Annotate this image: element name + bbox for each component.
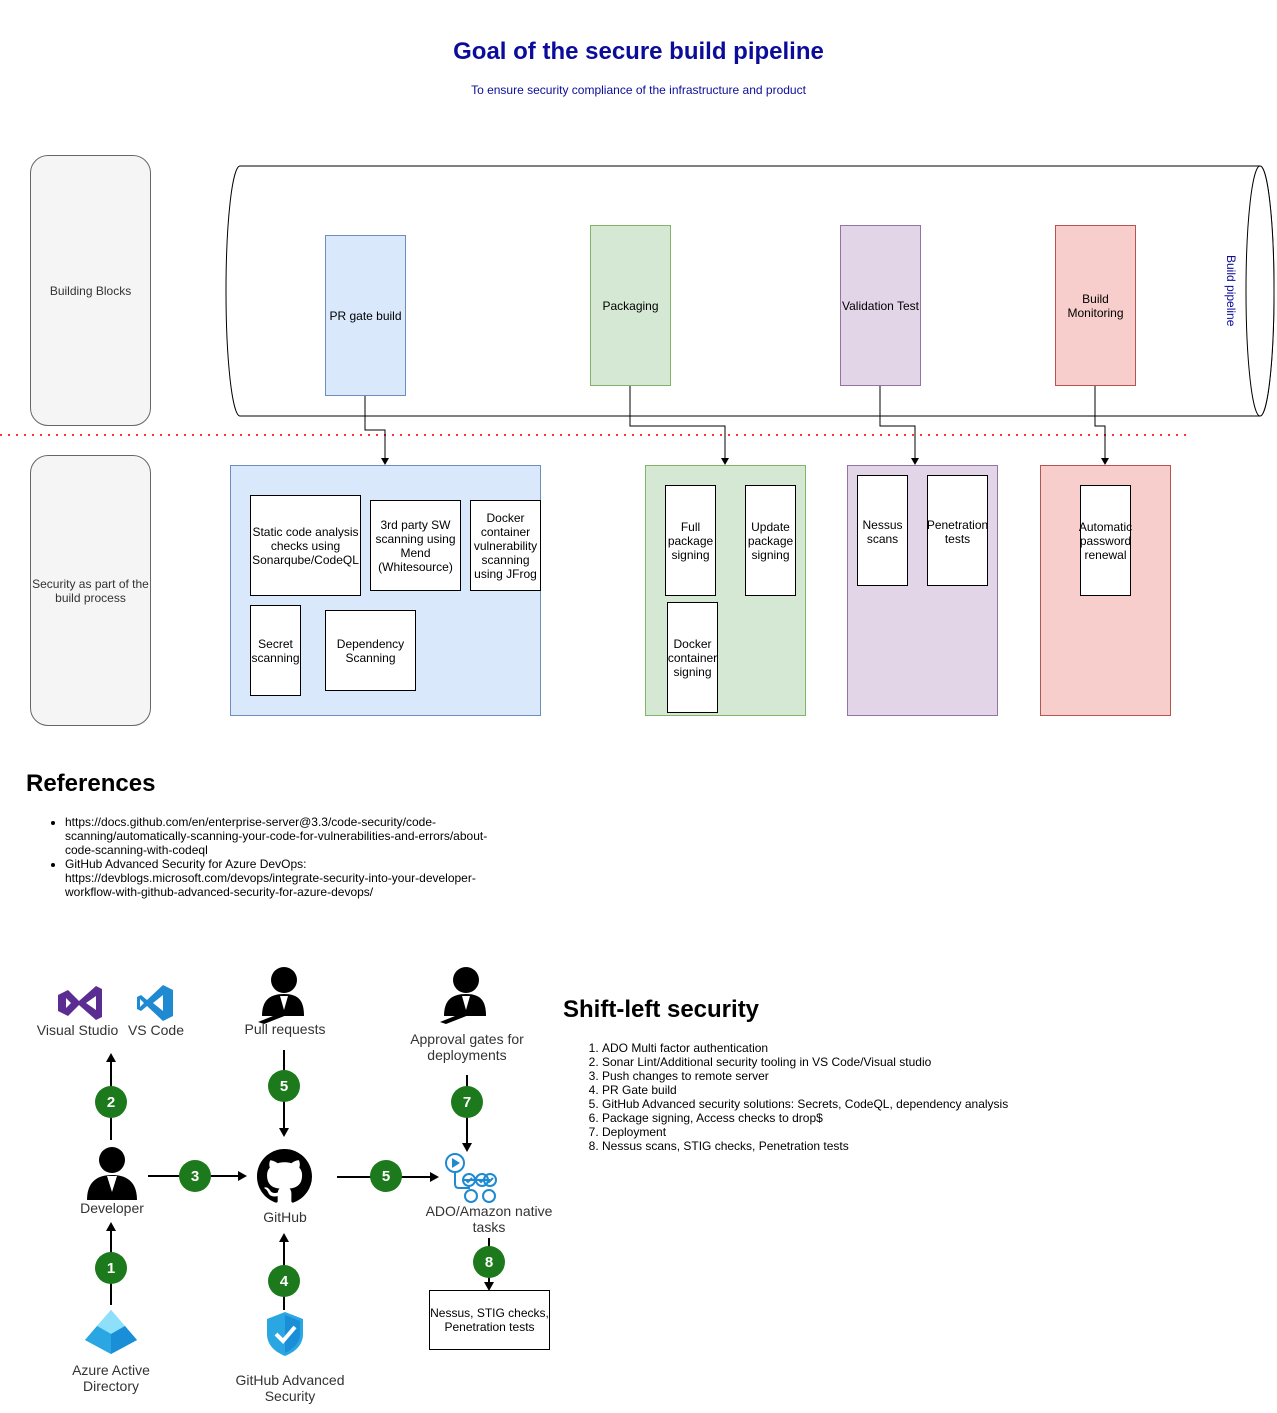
shift-left-step: ADO Multi factor authentication: [602, 1041, 1022, 1055]
arrowhead-developer: [106, 1222, 116, 1231]
vs-code-label: VS Code: [127, 1022, 185, 1038]
step-badge: 8: [473, 1246, 505, 1278]
security-item-dependency-label: Dependency Scanning: [336, 636, 405, 665]
vs-code-icon: [137, 985, 173, 1021]
visual-studio-label: Visual Studio: [36, 1022, 119, 1038]
ado-pipelines-icon: [445, 1153, 497, 1203]
security-item-password-renewal-label: Automatic password renewal: [1078, 520, 1133, 562]
stage-validation-label: Validation Test: [842, 298, 919, 313]
approval-label: Approval gates for deployments: [410, 1031, 524, 1063]
arrowhead-packaging: [721, 458, 729, 465]
security-item-update-signing: Update package signing: [745, 485, 796, 596]
developer-label: Developer: [80, 1200, 144, 1216]
security-item-3rd-party-label: 3rd party SW scanning using Mend (Whites…: [375, 517, 456, 574]
security-item-secret-scanning: Secret scanning: [250, 605, 301, 696]
references-heading: References: [26, 770, 156, 797]
shift-left-step: Package signing, Access checks to drop$: [602, 1111, 1022, 1125]
developer-user-icon: [87, 1147, 137, 1200]
stage-pr-gate-label: PR gate build: [329, 308, 402, 323]
security-item-3rd-party: 3rd party SW scanning using Mend (Whites…: [370, 500, 461, 591]
step-badge: 3: [179, 1160, 211, 1192]
step-badge: 5: [370, 1160, 402, 1192]
security-item-full-signing-label: Full package signing: [667, 519, 714, 562]
stage-pr-gate: PR gate build: [325, 235, 406, 396]
azure-ad-label: Azure Active Directory: [72, 1362, 150, 1394]
arrowhead-validation: [911, 458, 919, 465]
shift-left-step: PR Gate build: [602, 1083, 1022, 1097]
pipeline-cylinder-end: [1245, 165, 1275, 417]
visual-studio-icon: [58, 986, 102, 1020]
shift-left-heading: Shift-left security: [563, 996, 760, 1023]
security-item-pentest: Penetration tests: [927, 475, 988, 586]
shift-left-step: Nessus scans, STIG checks, Penetration t…: [602, 1139, 1022, 1153]
ghas-label: GitHub Advanced Security: [235, 1372, 345, 1404]
stage-packaging: Packaging: [590, 225, 671, 386]
step-badge: 7: [451, 1086, 483, 1118]
pipeline-label: Build pipeline: [1224, 255, 1238, 327]
arrowhead-github-top: [279, 1128, 289, 1137]
security-item-secret-scanning-label: Secret scanning: [251, 636, 300, 665]
shift-left-step: Deployment: [602, 1125, 1022, 1139]
arrowhead-monitoring: [1101, 458, 1109, 465]
arrowhead-github-left: [238, 1171, 247, 1181]
security-item-docker-scan: Docker container vulnerability scanning …: [470, 500, 541, 591]
step-badge: 5: [268, 1070, 300, 1102]
step-badge: 2: [95, 1086, 127, 1118]
shift-left-step: Sonar Lint/Additional security tooling i…: [602, 1055, 1022, 1069]
reference-item[interactable]: https://docs.github.com/en/enterprise-se…: [65, 815, 505, 857]
security-item-static-analysis-label: Static code analysis checks using Sonarq…: [252, 524, 359, 567]
shift-left-step: Push changes to remote server: [602, 1069, 1022, 1083]
reference-item[interactable]: GitHub Advanced Security for Azure DevOp…: [65, 857, 505, 899]
arrowhead-ado-left: [430, 1172, 439, 1182]
approval-user-icon: [440, 967, 486, 1024]
security-item-dependency: Dependency Scanning: [325, 610, 416, 691]
security-item-docker-signing: Docker container signing: [667, 602, 718, 713]
scans-box: Nessus, STIG checks, Penetration tests: [429, 1290, 550, 1350]
security-item-nessus: Nessus scans: [857, 475, 908, 586]
github-label: GitHub: [263, 1209, 307, 1225]
scans-box-label: Nessus, STIG checks, Penetration tests: [430, 1306, 549, 1334]
security-item-docker-scan-label: Docker container vulnerability scanning …: [473, 510, 538, 581]
security-item-static-analysis: Static code analysis checks using Sonarq…: [250, 495, 361, 596]
github-advanced-security-icon: [267, 1312, 303, 1356]
arrowhead-github-bottom: [279, 1233, 289, 1242]
stage-validation: Validation Test: [840, 225, 921, 386]
arrowhead-ado-top: [462, 1143, 472, 1152]
pull-requests-label: Pull requests: [244, 1021, 326, 1037]
arrowhead-ide: [106, 1053, 116, 1062]
security-item-docker-signing-label: Docker container signing: [667, 636, 718, 679]
stage-monitoring: Build Monitoring: [1055, 225, 1136, 386]
security-item-full-signing: Full package signing: [665, 485, 716, 596]
arrowhead-pr-gate: [381, 458, 389, 465]
github-icon: [257, 1149, 312, 1203]
azure-active-directory-icon: [85, 1310, 137, 1354]
shift-left-steps: ADO Multi factor authentication Sonar Li…: [563, 1041, 1022, 1153]
ado-label: ADO/Amazon native tasks: [425, 1203, 553, 1235]
stage-packaging-label: Packaging: [602, 298, 659, 313]
shift-left-step: GitHub Advanced security solutions: Secr…: [602, 1097, 1022, 1111]
stage-monitoring-label: Build Monitoring: [1067, 291, 1124, 320]
security-item-pentest-label: Penetration tests: [926, 518, 989, 546]
pull-requests-user-icon: [258, 967, 304, 1024]
security-item-nessus-label: Nessus scans: [862, 518, 903, 546]
step-badge: 1: [95, 1252, 127, 1284]
step-badge: 4: [268, 1265, 300, 1297]
references-list: https://docs.github.com/en/enterprise-se…: [26, 815, 505, 899]
security-item-update-signing-label: Update package signing: [747, 519, 794, 562]
security-item-password-renewal: Automatic password renewal: [1078, 485, 1133, 596]
